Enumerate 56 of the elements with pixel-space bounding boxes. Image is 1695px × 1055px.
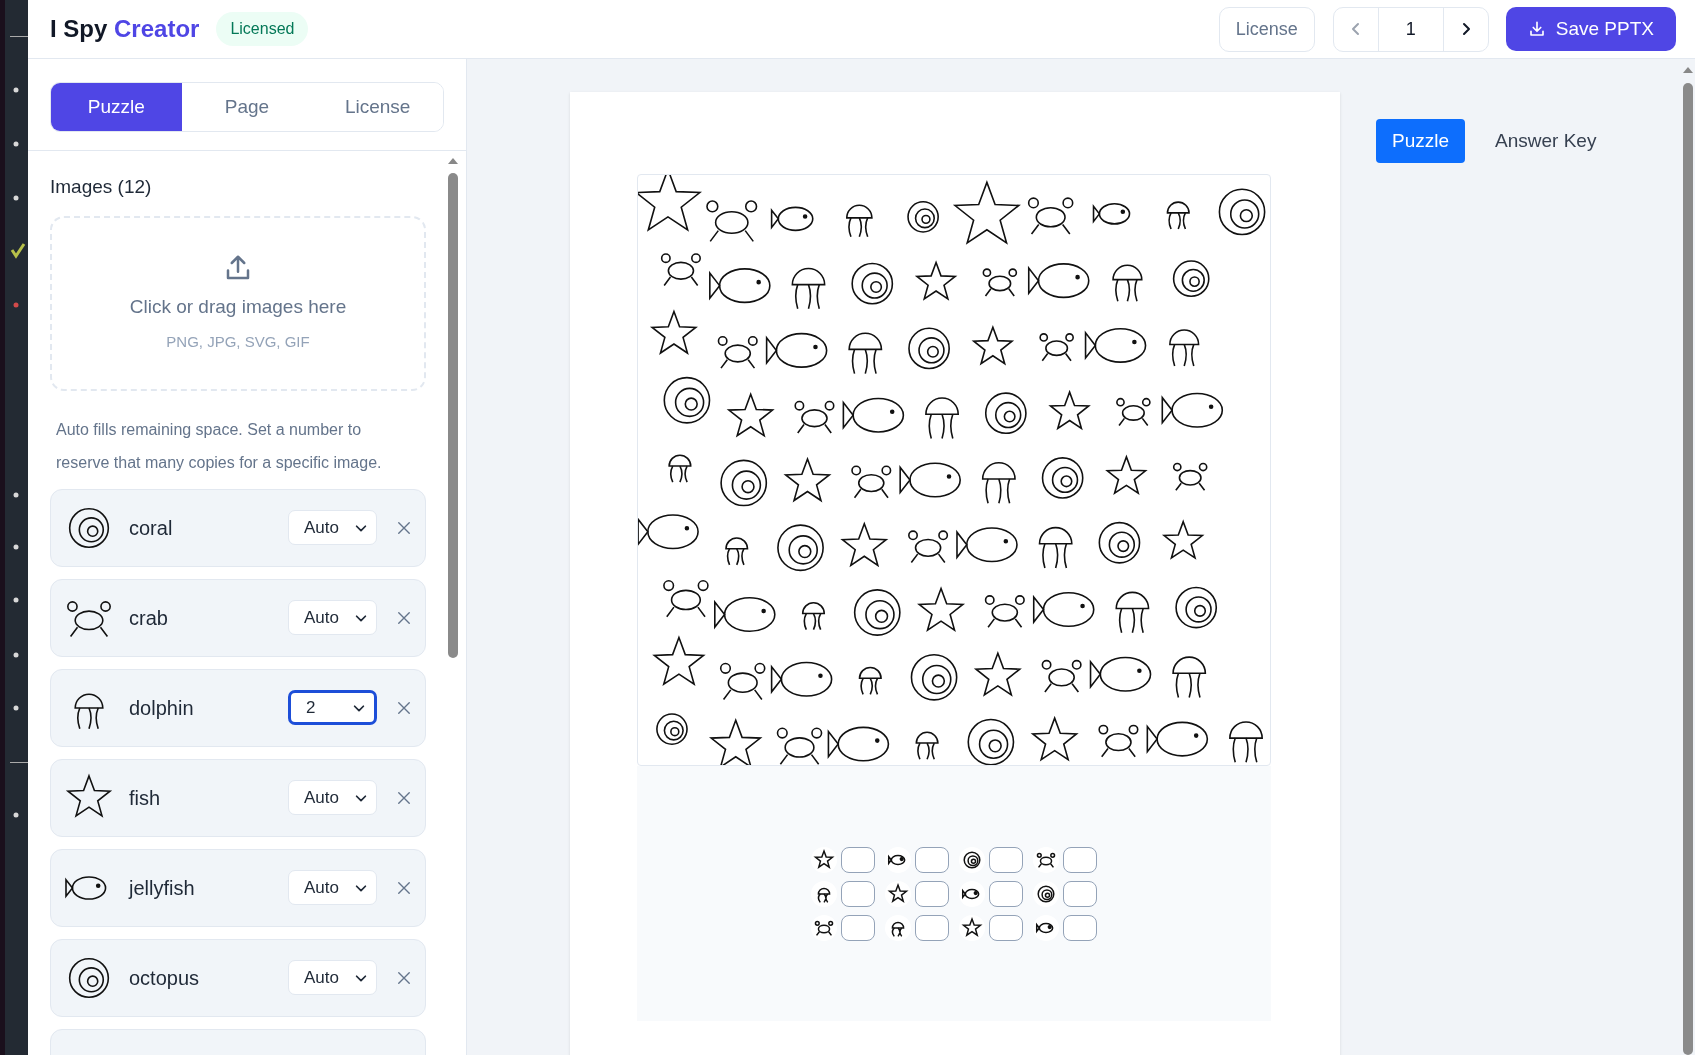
close-icon[interactable] [397, 970, 411, 985]
count-select[interactable]: Auto [288, 780, 377, 815]
sea-creature-icon [811, 914, 837, 941]
answer-box[interactable] [841, 846, 875, 873]
close-icon[interactable] [397, 790, 411, 805]
close-icon[interactable] [397, 700, 411, 715]
count-select[interactable]: Auto [288, 870, 377, 905]
preview-tab[interactable]: Answer Key [1479, 119, 1613, 163]
image-name: coral [129, 515, 174, 541]
answer-box[interactable] [915, 846, 949, 873]
count-select[interactable]: Auto [288, 960, 377, 995]
answer-box[interactable] [841, 880, 875, 907]
answer-box[interactable] [841, 914, 875, 941]
sea-creature-icon [1033, 846, 1059, 873]
count-select[interactable]: Auto [288, 510, 377, 545]
count-select[interactable]: 2 [288, 690, 377, 725]
help-text: Auto fills remaining space. Set a number to reserve that many copies for a specific image. [55, 419, 383, 473]
download-icon [1527, 20, 1546, 38]
image-name: jellyfish [129, 875, 196, 901]
close-icon[interactable] [397, 880, 411, 895]
answer-box[interactable] [1063, 846, 1097, 873]
answer-box[interactable] [989, 914, 1023, 941]
app-title: I Spy Creator [50, 14, 200, 44]
save-pptx-button[interactable]: Save PPTX [1505, 7, 1676, 51]
answer-box[interactable] [915, 914, 949, 941]
license-button[interactable]: License [1218, 6, 1315, 52]
sea-creature-icon [885, 846, 911, 873]
answer-box[interactable] [1063, 880, 1097, 907]
sea-creature-icon [1033, 914, 1059, 941]
answer-box[interactable] [989, 880, 1023, 907]
sea-creature-icon [811, 846, 837, 873]
preview-tab[interactable]: Puzzle [1376, 119, 1466, 163]
answer-box[interactable] [915, 880, 949, 907]
sea-creature-icon [1033, 880, 1059, 907]
sidebar-tab[interactable]: Puzzle [51, 83, 182, 131]
answer-box[interactable] [989, 846, 1023, 873]
sea-creature-icon [959, 846, 985, 873]
image-name: crab [129, 605, 169, 631]
page-number: 1 [1378, 7, 1444, 51]
images-heading: Images (12) [50, 175, 153, 199]
sea-creature-icon [885, 880, 911, 907]
close-icon[interactable] [397, 520, 411, 535]
sea-creature-icon [885, 914, 911, 941]
dropzone[interactable]: Click or drag images here PNG, JPG, SVG, GIF [50, 215, 426, 391]
dropzone-text: Click or drag images here [129, 294, 347, 319]
licensed-badge: Licensed [216, 12, 309, 46]
close-icon[interactable] [397, 610, 411, 625]
sea-creature-icon [959, 880, 985, 907]
dropzone-formats: PNG, JPG, SVG, GIF [166, 332, 310, 352]
image-name: fish [129, 785, 162, 811]
count-select[interactable]: Auto [288, 600, 377, 635]
sea-creature-icon [959, 914, 985, 941]
answer-box[interactable] [1063, 914, 1097, 941]
image-name: octopus [129, 965, 201, 991]
sea-creature-icon [811, 880, 837, 907]
image-name: dolphin [129, 695, 195, 721]
